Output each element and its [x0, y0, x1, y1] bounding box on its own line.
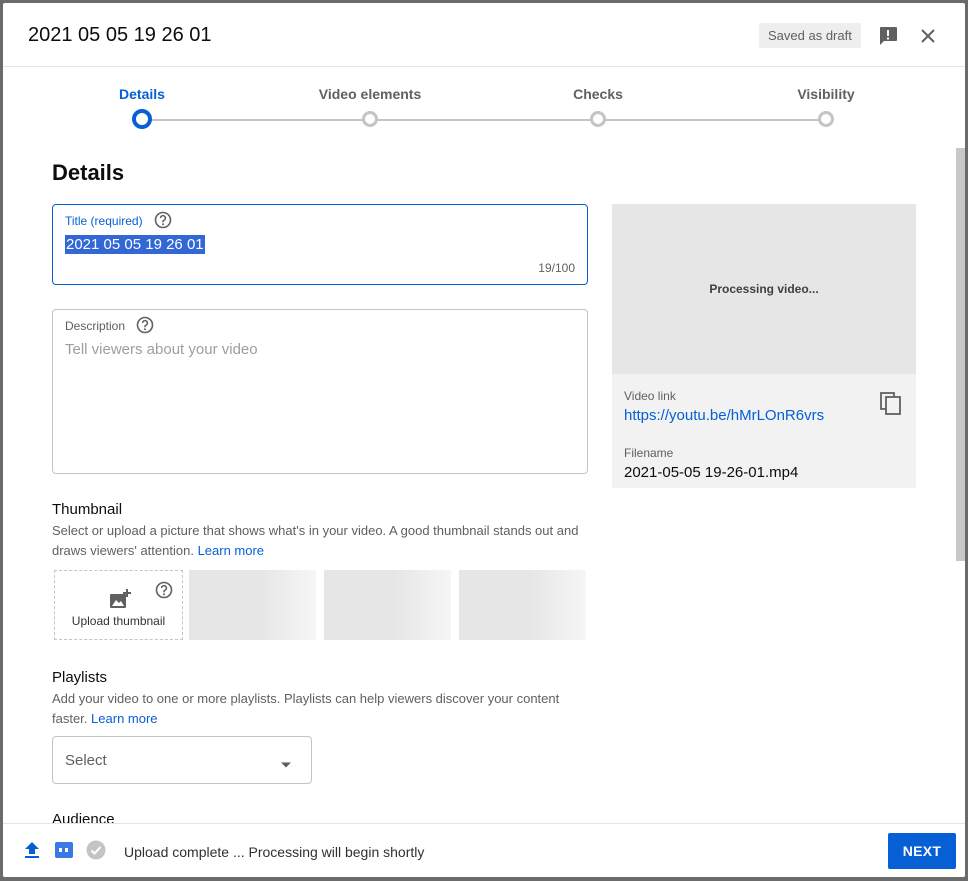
checks-complete-icon	[86, 840, 106, 860]
step-visibility-dot[interactable]	[818, 111, 834, 127]
dialog-header: 2021 05 05 19 26 01 Saved as draft	[3, 3, 965, 67]
upload-stepper: Details Video elements Checks Visibility	[3, 68, 965, 138]
next-button[interactable]: NEXT	[888, 833, 956, 869]
stepper-track	[143, 119, 828, 121]
upload-icon	[22, 840, 42, 860]
saved-as-draft-badge: Saved as draft	[759, 23, 861, 48]
playlists-heading: Playlists	[52, 669, 108, 686]
auto-thumbnail-option[interactable]	[324, 570, 451, 640]
processing-video-text: Processing video...	[709, 282, 819, 296]
playlist-select[interactable]: Select	[52, 736, 312, 784]
description-field[interactable]: Description Tell viewers about your vide…	[52, 309, 588, 474]
help-icon[interactable]	[154, 211, 172, 229]
help-icon[interactable]	[155, 581, 173, 599]
title-input-value[interactable]: 2021 05 05 19 26 01	[65, 235, 205, 254]
thumbnail-learn-more-link[interactable]: Learn more	[198, 543, 264, 558]
description-placeholder: Tell viewers about your video	[65, 341, 258, 358]
title-field[interactable]: Title (required) 2021 05 05 19 26 01 19/…	[52, 204, 588, 285]
step-details-dot[interactable]	[132, 109, 152, 129]
upload-thumbnail-label: Upload thumbnail	[71, 614, 166, 628]
auto-thumbnail-option[interactable]	[189, 570, 316, 640]
help-icon[interactable]	[136, 316, 154, 334]
step-video-elements-dot[interactable]	[362, 111, 378, 127]
copy-icon[interactable]	[880, 392, 902, 416]
playlists-learn-more-link[interactable]: Learn more	[91, 711, 157, 726]
description-field-label: Description	[65, 319, 126, 333]
add-photo-icon	[108, 588, 132, 610]
title-char-counter: 19/100	[538, 261, 575, 275]
hd-processing-icon	[54, 840, 74, 860]
step-checks[interactable]: Checks	[573, 86, 623, 102]
thumbnail-description: Select or upload a picture that shows wh…	[52, 521, 592, 561]
thumbnail-heading: Thumbnail	[52, 501, 123, 518]
step-checks-dot[interactable]	[590, 111, 606, 127]
video-link-label: Video link	[624, 389, 676, 403]
feedback-icon[interactable]	[876, 24, 900, 48]
playlist-select-value: Select	[65, 752, 107, 769]
filename-label: Filename	[624, 446, 674, 460]
playlists-description: Add your video to one or more playlists.…	[52, 689, 592, 729]
filename-value: 2021-05-05 19-26-01.mp4	[624, 464, 799, 481]
step-video-elements[interactable]: Video elements	[319, 86, 421, 102]
step-visibility[interactable]: Visibility	[797, 86, 854, 102]
video-link[interactable]: https://youtu.be/hMrLOnR6vrs	[624, 407, 824, 424]
details-heading: Details	[52, 160, 125, 185]
close-icon[interactable]	[916, 24, 940, 48]
thumbnail-description-text: Select or upload a picture that shows wh…	[52, 523, 579, 558]
scrollbar-thumb[interactable]	[956, 148, 965, 561]
video-preview-card: Processing video... Video link https://y…	[612, 204, 916, 488]
video-preview: Processing video...	[612, 204, 916, 374]
dialog-title: 2021 05 05 19 26 01	[28, 24, 212, 46]
upload-thumbnail-button[interactable]: Upload thumbnail	[54, 570, 183, 640]
auto-thumbnail-option[interactable]	[459, 570, 586, 640]
upload-dialog: 2021 05 05 19 26 01 Saved as draft Detai…	[3, 3, 965, 877]
dropdown-arrow-icon	[280, 756, 292, 768]
step-details[interactable]: Details	[119, 86, 165, 102]
title-field-label: Title (required)	[65, 214, 143, 228]
dialog-footer: Upload complete ... Processing will begi…	[3, 823, 965, 877]
upload-status-text: Upload complete ... Processing will begi…	[124, 844, 425, 860]
